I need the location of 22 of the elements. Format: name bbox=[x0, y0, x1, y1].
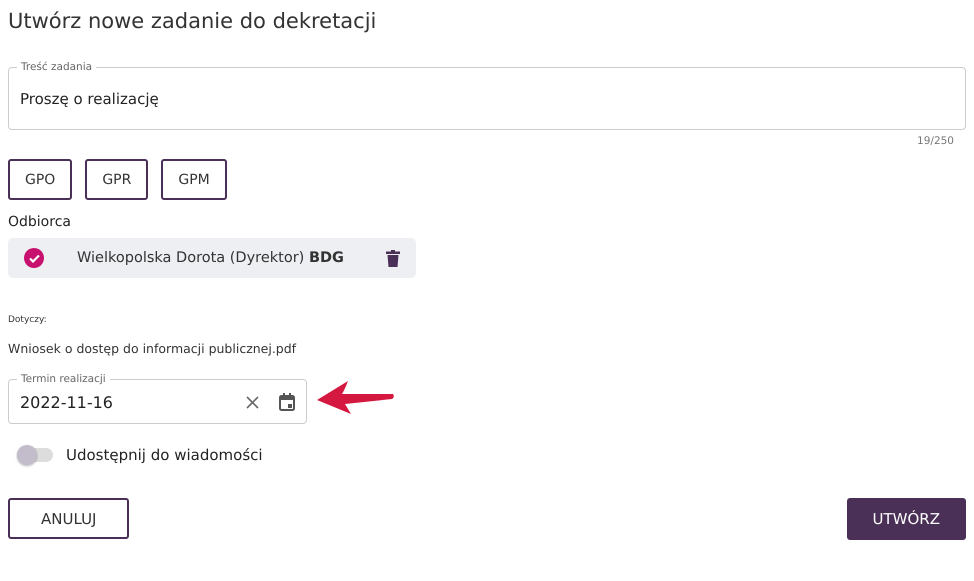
toggle-switch[interactable] bbox=[17, 448, 53, 462]
task-text-field[interactable]: Treść zadania Proszę o realizację bbox=[8, 60, 966, 130]
toggle-label: Udostępnij do wiadomości bbox=[66, 446, 263, 464]
clear-icon[interactable] bbox=[246, 396, 259, 408]
page-title: Utwórz nowe zadanie do dekretacji bbox=[8, 8, 378, 35]
group-button[interactable]: GPR bbox=[85, 159, 148, 200]
character-counter: 19/250 bbox=[917, 135, 954, 147]
create-button[interactable]: UTWÓRZ bbox=[846, 498, 966, 540]
delete-icon[interactable] bbox=[386, 250, 400, 266]
field-label: Termin realizacji bbox=[17, 372, 110, 386]
group-button[interactable]: GPM bbox=[161, 159, 227, 200]
field-value: Proszę o realizację bbox=[20, 90, 159, 108]
recipient-name: Wielkopolska Dorota (Dyrektor) BDG bbox=[77, 250, 345, 266]
group-button[interactable]: GPO bbox=[8, 159, 72, 200]
file-name: Wniosek o dostęp do informacji publicznej.pdf bbox=[8, 341, 298, 356]
calendar-icon[interactable] bbox=[279, 393, 295, 411]
recipient-label: Odbiorca bbox=[8, 214, 72, 230]
field-value: 2022-11-16 bbox=[20, 392, 113, 412]
cancel-button[interactable]: ANULUJ bbox=[8, 498, 130, 539]
check-icon[interactable] bbox=[24, 248, 44, 268]
date-field[interactable]: Termin realizacji 2022-11-16 bbox=[8, 372, 307, 424]
concerns-label: Dotyczy: bbox=[8, 315, 48, 325]
